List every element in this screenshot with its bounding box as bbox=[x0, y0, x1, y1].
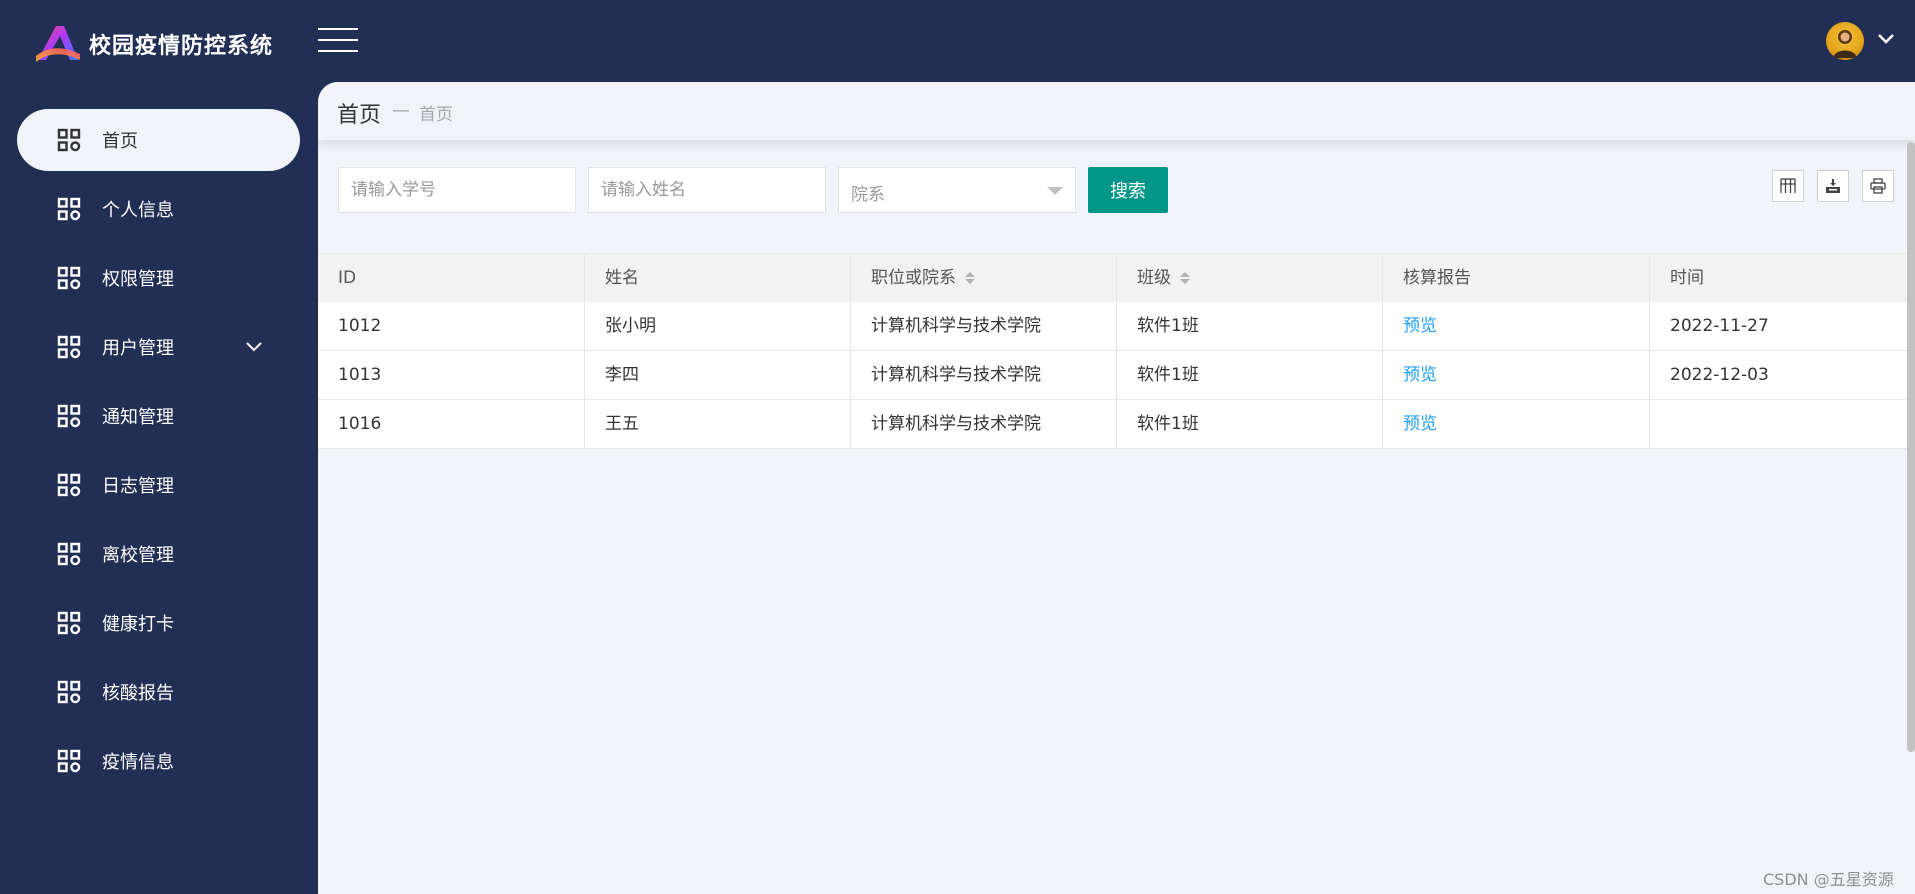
header-report: 核算报告 bbox=[1383, 254, 1650, 302]
header-time: 时间 bbox=[1670, 268, 1704, 288]
watermark: CSDN @五星资源 bbox=[1763, 870, 1894, 889]
cell-name: 王五 bbox=[585, 400, 851, 448]
vertical-scrollbar[interactable] bbox=[1907, 142, 1915, 752]
sidebar: 首页 个人信息 权限管理 用户管理 通知管理 日志管理 离校管理 健康打卡 核酸… bbox=[0, 82, 318, 894]
table-header: ID 姓名 职位或院系 班级 核算报告 时间 bbox=[318, 253, 1915, 303]
sidebar-item-nucleic-report[interactable]: 核酸报告 bbox=[17, 661, 300, 723]
grid-icon bbox=[57, 197, 81, 221]
user-avatar[interactable] bbox=[1826, 22, 1864, 60]
table-row[interactable]: 1016 王五 计算机科学与技术学院 软件1班 预览 bbox=[318, 400, 1915, 449]
sidebar-item-profile[interactable]: 个人信息 bbox=[17, 178, 300, 240]
page-title: 首页 bbox=[337, 103, 382, 128]
app-logo bbox=[36, 26, 80, 62]
sidebar-item-logs[interactable]: 日志管理 bbox=[17, 454, 300, 516]
top-bar: 校园疫情防控系统 bbox=[0, 0, 1915, 82]
menu-toggle-icon[interactable] bbox=[318, 28, 358, 54]
sidebar-item-label: 通知管理 bbox=[102, 407, 174, 428]
grid-icon bbox=[57, 404, 81, 428]
sidebar-item-health-checkin[interactable]: 健康打卡 bbox=[17, 592, 300, 654]
cell-time: 2022-12-03 bbox=[1670, 365, 1769, 385]
columns-button[interactable] bbox=[1772, 170, 1804, 202]
sidebar-item-notices[interactable]: 通知管理 bbox=[17, 385, 300, 447]
sidebar-item-label: 疫情信息 bbox=[102, 752, 174, 773]
cell-department: 计算机科学与技术学院 bbox=[851, 302, 1117, 350]
preview-link[interactable]: 预览 bbox=[1403, 316, 1437, 336]
table-row[interactable]: 1013 李四 计算机科学与技术学院 软件1班 预览 2022-12-03 bbox=[318, 351, 1915, 400]
chevron-down-icon[interactable] bbox=[245, 340, 263, 354]
cell-id: 1013 bbox=[318, 351, 585, 399]
grid-icon bbox=[57, 542, 81, 566]
sidebar-item-label: 离校管理 bbox=[102, 545, 174, 566]
cell-class: 软件1班 bbox=[1117, 400, 1383, 448]
header-id: ID bbox=[318, 254, 585, 302]
grid-icon bbox=[57, 266, 81, 290]
sidebar-item-label: 权限管理 bbox=[102, 269, 174, 290]
sidebar-item-label: 核酸报告 bbox=[102, 683, 174, 704]
grid-icon bbox=[57, 335, 81, 359]
cell-class: 软件1班 bbox=[1117, 302, 1383, 350]
cell-report: 预览 bbox=[1383, 302, 1650, 350]
export-icon bbox=[1826, 179, 1840, 193]
sort-icon[interactable] bbox=[964, 270, 976, 286]
grid-icon bbox=[57, 749, 81, 773]
main-content: 首页 — 首页 院系 搜索 bbox=[318, 82, 1915, 894]
breadcrumb: 首页 — 首页 bbox=[318, 82, 1915, 140]
cell-id: 1016 bbox=[318, 400, 585, 448]
print-button[interactable] bbox=[1862, 170, 1894, 202]
cell-name: 李四 bbox=[585, 351, 851, 399]
cell-time bbox=[1650, 400, 1915, 448]
sidebar-item-label: 个人信息 bbox=[102, 200, 174, 221]
grid-icon bbox=[57, 473, 81, 497]
sidebar-item-users[interactable]: 用户管理 bbox=[17, 316, 300, 378]
header-name: 姓名 bbox=[585, 254, 851, 302]
columns-icon bbox=[1780, 178, 1796, 193]
sort-icon[interactable] bbox=[1179, 270, 1191, 286]
cell-time: 2022-11-27 bbox=[1670, 316, 1769, 336]
cell-report: 预览 bbox=[1383, 351, 1650, 399]
name-input[interactable] bbox=[588, 167, 826, 213]
sidebar-item-home[interactable]: 首页 bbox=[17, 109, 300, 171]
grid-icon bbox=[57, 611, 81, 635]
department-select[interactable]: 院系 bbox=[838, 167, 1076, 213]
header-department[interactable]: 职位或院系 bbox=[851, 254, 1117, 302]
chevron-down-icon[interactable] bbox=[1876, 32, 1896, 46]
department-select-value: 院系 bbox=[851, 185, 885, 205]
sidebar-item-label: 用户管理 bbox=[102, 338, 174, 359]
sidebar-item-label: 日志管理 bbox=[102, 476, 174, 497]
search-button[interactable]: 搜索 bbox=[1088, 167, 1168, 213]
cell-department: 计算机科学与技术学院 bbox=[851, 400, 1117, 448]
grid-icon bbox=[57, 680, 81, 704]
print-icon bbox=[1870, 178, 1886, 194]
cell-name: 张小明 bbox=[585, 302, 851, 350]
table-row[interactable]: 1012 张小明 计算机科学与技术学院 软件1班 预览 2022-11-27 bbox=[318, 302, 1915, 351]
breadcrumb-separator: — bbox=[392, 100, 410, 121]
export-button[interactable] bbox=[1817, 170, 1849, 202]
preview-link[interactable]: 预览 bbox=[1403, 414, 1437, 434]
cell-department: 计算机科学与技术学院 bbox=[851, 351, 1117, 399]
sidebar-item-permissions[interactable]: 权限管理 bbox=[17, 247, 300, 309]
cell-id: 1012 bbox=[318, 302, 585, 350]
caret-down-icon bbox=[1047, 187, 1063, 195]
grid-icon bbox=[57, 128, 81, 152]
student-id-input[interactable] bbox=[338, 167, 576, 213]
sidebar-item-label: 健康打卡 bbox=[102, 614, 174, 635]
sidebar-item-epidemic-info[interactable]: 疫情信息 bbox=[17, 730, 300, 792]
sidebar-item-leave-school[interactable]: 离校管理 bbox=[17, 523, 300, 585]
preview-link[interactable]: 预览 bbox=[1403, 365, 1437, 385]
app-title: 校园疫情防控系统 bbox=[89, 34, 274, 59]
sidebar-item-label: 首页 bbox=[102, 131, 138, 152]
breadcrumb-current[interactable]: 首页 bbox=[419, 100, 453, 125]
cell-report: 预览 bbox=[1383, 400, 1650, 448]
cell-class: 软件1班 bbox=[1117, 351, 1383, 399]
header-class[interactable]: 班级 bbox=[1117, 254, 1383, 302]
